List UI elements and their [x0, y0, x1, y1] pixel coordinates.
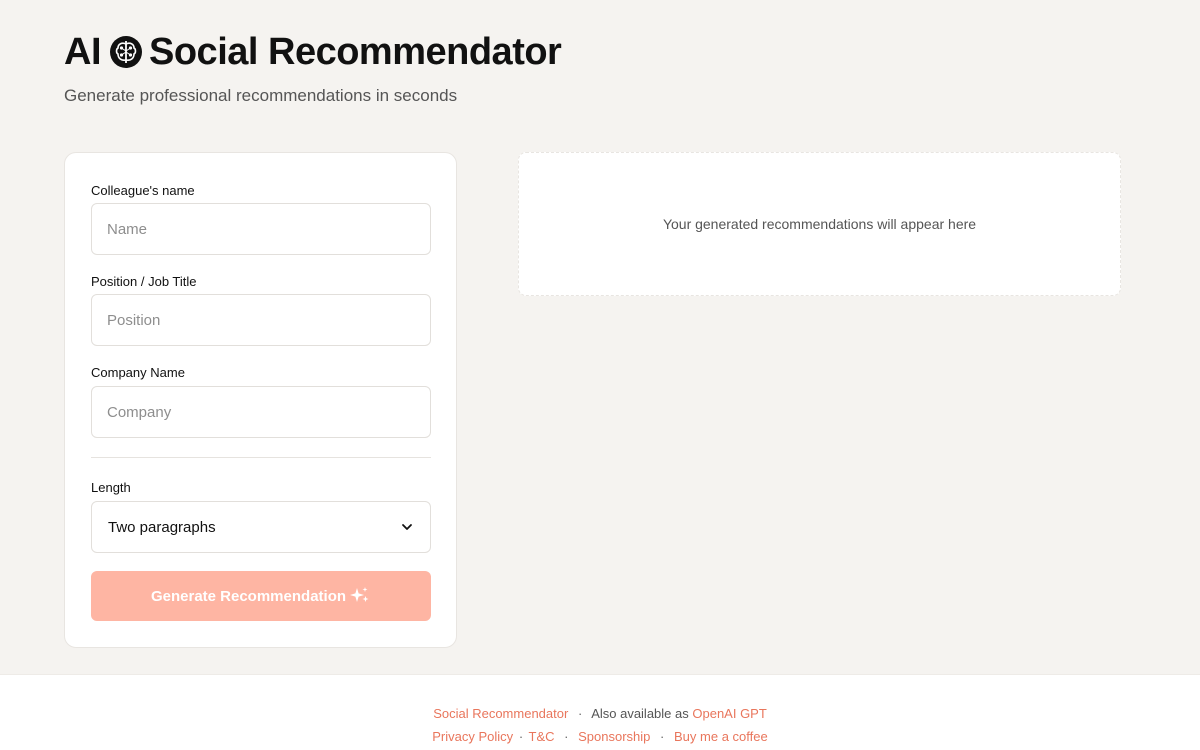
position-label: Position / Job Title	[91, 274, 197, 289]
name-label: Colleague's name	[91, 183, 195, 198]
brain-icon	[109, 35, 143, 69]
footer: Social Recommendator · Also available as…	[0, 674, 1200, 750]
form-divider	[91, 457, 431, 458]
footer-line-1: Social Recommendator · Also available as…	[0, 706, 1200, 721]
page-subtitle: Generate professional recommendations in…	[64, 86, 458, 105]
title-prefix: AI	[64, 31, 102, 73]
company-input[interactable]	[91, 386, 431, 438]
generate-button-label: Generate Recommendation	[150, 587, 347, 605]
output-panel: Your generated recommendations will appe…	[518, 152, 1121, 296]
footer-separator: ·	[577, 706, 583, 721]
page-title: AI Social Recommendator	[64, 30, 562, 74]
output-placeholder: Your generated recommendations will appe…	[662, 216, 977, 232]
length-selected-value: Two paragraphs	[108, 518, 216, 536]
footer-separator: ·	[518, 729, 524, 744]
title-main: Social Recommendator	[149, 31, 562, 73]
footer-tc-link[interactable]: T&C	[529, 729, 555, 744]
length-label: Length	[91, 480, 131, 495]
footer-gpt-link[interactable]: OpenAI GPT	[692, 706, 766, 721]
recommendation-form: Colleague's name Position / Job Title Co…	[64, 152, 457, 648]
footer-privacy-link[interactable]: Privacy Policy	[432, 729, 513, 744]
footer-separator: ·	[660, 729, 665, 744]
sparkles-icon	[349, 585, 371, 607]
footer-separator: ·	[564, 729, 569, 744]
chevron-down-icon	[400, 520, 414, 534]
position-input[interactable]	[91, 294, 431, 346]
footer-line-2: Privacy Policy · T&C · Sponsorship · Buy…	[0, 729, 1200, 744]
company-label: Company Name	[91, 365, 185, 380]
generate-recommendation-button[interactable]: Generate Recommendation	[91, 571, 431, 621]
footer-sponsorship-link[interactable]: Sponsorship	[578, 729, 650, 744]
name-input[interactable]	[91, 203, 431, 255]
footer-also-text: Also available as	[591, 706, 689, 721]
length-select[interactable]: Two paragraphs	[91, 501, 431, 553]
footer-brand-link[interactable]: Social Recommendator	[433, 706, 568, 721]
header: AI Social Recommendator Generate profess…	[64, 30, 562, 106]
page: AI Social Recommendator Generate profess…	[0, 0, 1200, 750]
footer-coffee-link[interactable]: Buy me a coffee	[674, 729, 768, 744]
